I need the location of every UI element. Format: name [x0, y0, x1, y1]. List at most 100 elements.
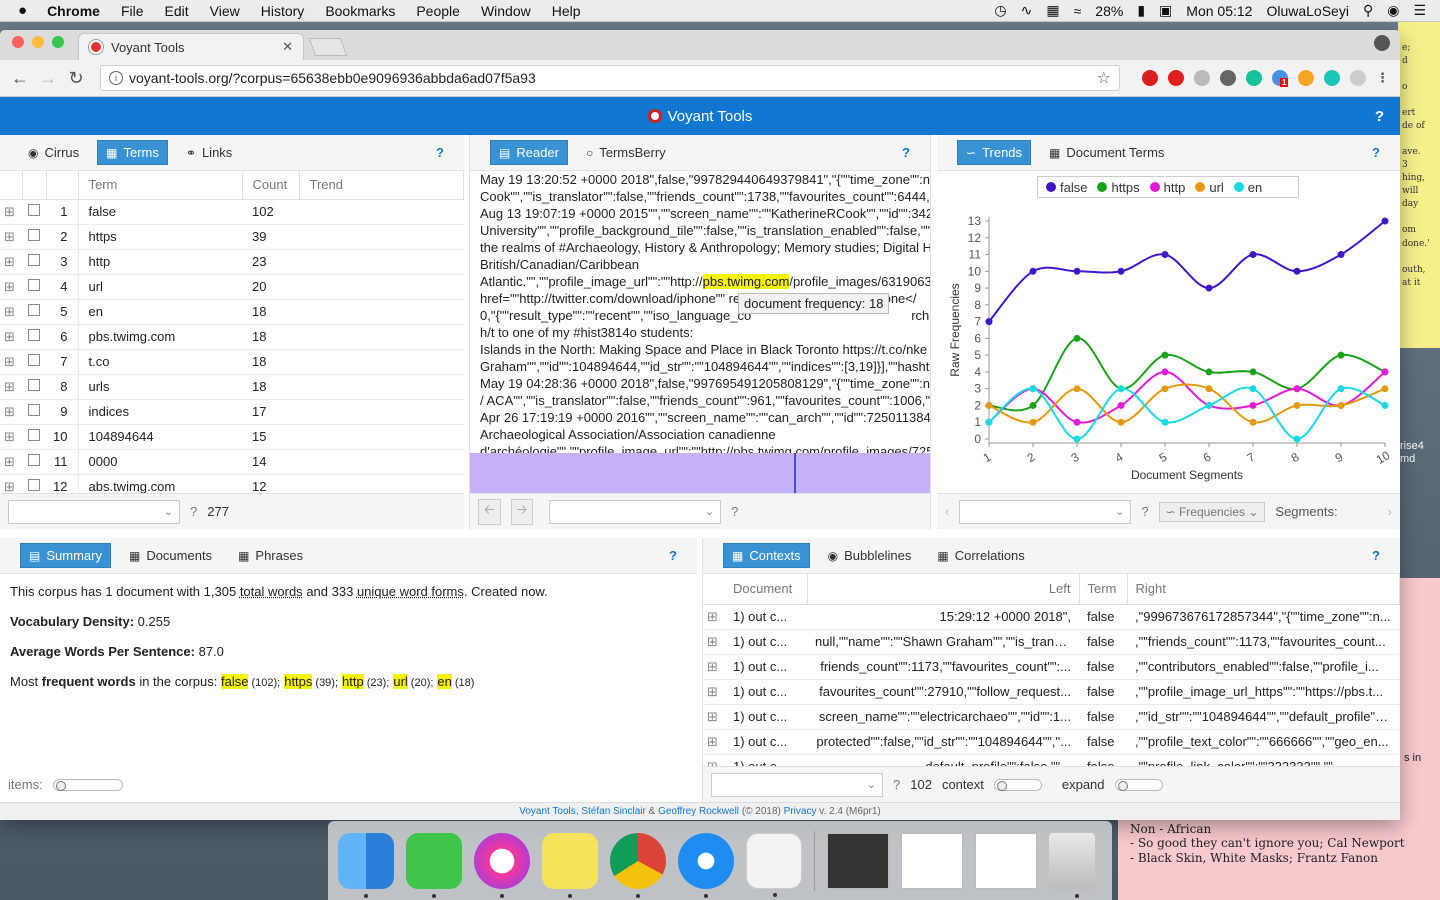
- expand-row-icon[interactable]: ⊞: [0, 399, 22, 425]
- row-term[interactable]: false: [78, 199, 242, 225]
- row-checkbox-cell[interactable]: [22, 299, 46, 325]
- next-icon[interactable]: 🡢: [510, 498, 534, 525]
- data-point-url[interactable]: [1029, 418, 1037, 426]
- tab-documents[interactable]: ▦ Documents: [121, 544, 220, 567]
- expand-row-icon[interactable]: ⊞: [0, 424, 22, 450]
- table-row[interactable]: ⊞ 10 104894644 15: [0, 424, 464, 450]
- row-checkbox[interactable]: [28, 254, 40, 266]
- legend-item[interactable]: url: [1195, 180, 1224, 195]
- table-row[interactable]: ⊞ 1) out c... null,""name"":""Shawn Graham…: [703, 629, 1400, 655]
- highlighted-term[interactable]: pbs.twimg.com: [702, 274, 790, 289]
- data-point-false[interactable]: [985, 318, 993, 326]
- trends-search-combo[interactable]: ⌄: [959, 499, 1132, 524]
- minimized-window-photos[interactable]: [827, 832, 889, 889]
- table-row[interactable]: ⊞ 5 en 18: [0, 299, 464, 325]
- menu-edit[interactable]: Edit: [165, 3, 189, 19]
- data-point-en[interactable]: [1337, 385, 1345, 393]
- row-checkbox[interactable]: [28, 479, 40, 491]
- colorpicker-extension-icon[interactable]: [1298, 70, 1314, 86]
- term-column-header[interactable]: Term: [1079, 574, 1128, 605]
- close-tab-icon[interactable]: ✕: [282, 39, 293, 55]
- row-checkbox-cell[interactable]: [22, 249, 46, 275]
- reader-document-strip[interactable]: [470, 453, 930, 493]
- data-point-https[interactable]: [1029, 401, 1037, 409]
- row-checkbox-cell[interactable]: [22, 399, 46, 425]
- expand-row-icon[interactable]: ⊞: [0, 199, 22, 225]
- data-point-http[interactable]: [1161, 368, 1169, 376]
- expand-row-icon[interactable]: ⊞: [703, 654, 725, 680]
- data-point-false[interactable]: [1073, 267, 1081, 275]
- expand-row-icon[interactable]: ⊞: [0, 349, 22, 375]
- table-row[interactable]: ⊞ 4 url 20: [0, 274, 464, 300]
- data-point-url[interactable]: [1249, 418, 1257, 426]
- textedit-icon[interactable]: [746, 832, 802, 897]
- tab-bubblelines[interactable]: ◉ Bubblelines: [820, 544, 920, 567]
- row-term[interactable]: 0000: [78, 449, 242, 475]
- data-point-false[interactable]: [1029, 267, 1037, 275]
- battery-icon[interactable]: ▮: [1137, 2, 1145, 19]
- ctx-term[interactable]: false: [1079, 704, 1127, 730]
- info-icon[interactable]: i: [109, 71, 123, 85]
- menu-window[interactable]: Window: [481, 3, 531, 19]
- legend-item[interactable]: https: [1097, 180, 1140, 195]
- row-checkbox[interactable]: [28, 404, 40, 416]
- expand-row-icon[interactable]: ⊞: [703, 629, 725, 655]
- sticky-note-yellow[interactable]: e; d o ert de of ave. 3 hing, will day om done.' out…: [1398, 22, 1440, 348]
- menu-history[interactable]: History: [261, 3, 305, 19]
- expand-row-icon[interactable]: ⊞: [0, 374, 22, 400]
- app-help-button[interactable]: ?: [1375, 108, 1384, 125]
- series-line-false[interactable]: [988, 220, 1386, 323]
- data-point-en[interactable]: [1029, 385, 1037, 393]
- row-term[interactable]: 104894644: [78, 424, 242, 450]
- trend-column-header[interactable]: Trend: [299, 171, 464, 200]
- expand-row-icon[interactable]: ⊞: [0, 299, 22, 325]
- prev-icon[interactable]: 🡠: [478, 498, 501, 525]
- data-point-en[interactable]: [1381, 401, 1389, 409]
- data-point-https[interactable]: [1205, 368, 1213, 376]
- memory-icon[interactable]: ▦: [1046, 2, 1059, 19]
- row-checkbox[interactable]: [28, 304, 40, 316]
- tab-summary[interactable]: ▤ Summary: [20, 543, 111, 568]
- calendar-icon[interactable]: ▣: [1159, 2, 1172, 19]
- row-term[interactable]: urls: [78, 374, 242, 400]
- notification-extension-icon[interactable]: 1: [1272, 70, 1289, 87]
- expand-slider[interactable]: [1114, 778, 1163, 791]
- apple-menu-icon[interactable]: ●: [18, 2, 27, 19]
- reader-search-combo[interactable]: ⌄: [549, 499, 722, 524]
- menu-help[interactable]: Help: [552, 3, 581, 19]
- tab-termsberry[interactable]: ○ TermsBerry: [578, 141, 674, 164]
- data-point-false[interactable]: [1293, 267, 1301, 275]
- data-point-url[interactable]: [1381, 385, 1389, 393]
- unique-words-link[interactable]: unique word forms: [357, 584, 464, 599]
- total-words-link[interactable]: total words: [240, 584, 303, 599]
- data-point-http[interactable]: [1073, 418, 1081, 426]
- cast-extension-icon[interactable]: [1350, 70, 1366, 86]
- table-row[interactable]: ⊞ 1) out c... 15:29:12 +0000 2018", false ,"…: [703, 604, 1400, 630]
- table-row[interactable]: ⊞ 2 https 39: [0, 224, 464, 250]
- data-point-false[interactable]: [1249, 251, 1257, 259]
- trends-chart[interactable]: 0123456789101112131 2 3 4 5 6 7 8 9 10Document Se…: [937, 205, 1400, 489]
- scroll-left-icon[interactable]: ‹: [945, 504, 949, 519]
- table-row[interactable]: ⊞ 9 indices 17: [0, 399, 464, 425]
- menu-people[interactable]: People: [416, 3, 460, 19]
- data-point-false[interactable]: [1161, 251, 1169, 259]
- menu-bookmarks[interactable]: Bookmarks: [325, 3, 395, 19]
- row-checkbox-cell[interactable]: [22, 274, 46, 300]
- row-checkbox-cell[interactable]: [22, 224, 46, 250]
- row-checkbox[interactable]: [28, 279, 40, 291]
- close-window-button[interactable]: [12, 36, 24, 48]
- reader-help-button[interactable]: ?: [902, 145, 910, 160]
- itunes-icon[interactable]: [474, 832, 530, 898]
- legend-item[interactable]: en: [1233, 180, 1262, 195]
- row-checkbox-cell[interactable]: [22, 449, 46, 475]
- data-point-en[interactable]: [1205, 401, 1213, 409]
- bookmark-star-icon[interactable]: ☆: [1097, 68, 1111, 88]
- row-checkbox-cell[interactable]: [22, 199, 46, 225]
- wordpress-extension-icon[interactable]: [1220, 70, 1236, 86]
- row-term[interactable]: url: [78, 274, 242, 300]
- table-row[interactable]: ⊞ 8 urls 18: [0, 374, 464, 400]
- zoom-window-button[interactable]: [52, 36, 64, 48]
- adblock-extension-icon[interactable]: [1168, 70, 1184, 86]
- data-point-false[interactable]: [1205, 284, 1213, 292]
- chart-legend[interactable]: false https http url en: [1037, 176, 1299, 198]
